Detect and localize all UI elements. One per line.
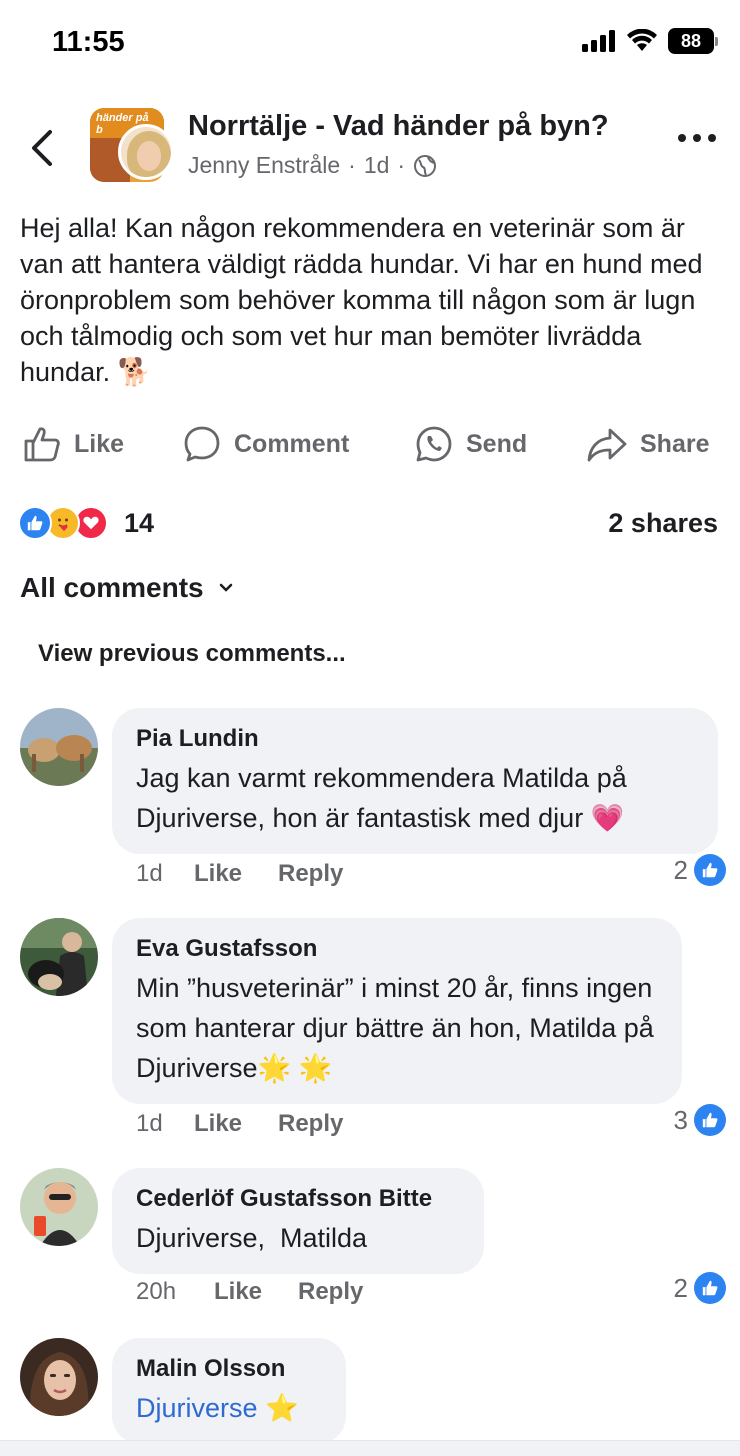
comment-text: Jag kan varmt rekommendera Matilda på Dj… bbox=[136, 763, 627, 833]
commenter-avatar[interactable] bbox=[20, 918, 98, 996]
send-label: Send bbox=[466, 429, 528, 458]
comment-like-button[interactable]: Like bbox=[214, 1278, 298, 1306]
comment-reply-button[interactable]: Reply bbox=[298, 1278, 363, 1306]
battery-indicator: 88 bbox=[668, 28, 718, 54]
status-time: 11:55 bbox=[52, 26, 125, 58]
share-label: Share bbox=[640, 429, 710, 458]
commenter-name[interactable]: Eva Gustafsson bbox=[136, 934, 658, 964]
author-name[interactable]: Jenny Enstråle bbox=[188, 152, 340, 179]
comment-text: Min ”husveterinär” i minst 20 år, finns … bbox=[136, 973, 654, 1083]
comment-actions: 1d Like Reply bbox=[136, 1110, 343, 1138]
comment-actions: 1d Like Reply bbox=[136, 860, 343, 888]
comment-text: Djuriverse ⭐ bbox=[136, 1388, 322, 1428]
comment-like-button[interactable]: Like bbox=[194, 860, 278, 888]
post-meta: Jenny Enstråle · 1d · bbox=[188, 152, 437, 179]
comment-bubble: Malin Olsson Djuriverse ⭐ bbox=[112, 1338, 346, 1444]
commenter-avatar[interactable] bbox=[20, 708, 98, 786]
comments-filter-label: All comments bbox=[20, 572, 204, 603]
comment-text: Djuriverse, Matilda bbox=[136, 1223, 368, 1253]
comment-label: Comment bbox=[234, 429, 350, 458]
status-bar: 11:55 88 bbox=[0, 0, 740, 90]
like-label: Like bbox=[74, 429, 125, 458]
comment-button[interactable]: Comment bbox=[182, 418, 349, 470]
cellular-signal-icon bbox=[582, 30, 615, 52]
comment-actions: 20h Like Reply bbox=[136, 1278, 363, 1306]
send-button[interactable]: Send bbox=[414, 418, 527, 470]
status-icons: 88 bbox=[582, 28, 718, 54]
whatsapp-icon bbox=[416, 426, 452, 462]
view-previous-comments-link[interactable]: View previous comments... bbox=[38, 640, 346, 668]
comment-bubble: Eva Gustafsson Min ”husveterinär” i mins… bbox=[112, 918, 682, 1104]
back-button[interactable] bbox=[24, 126, 60, 170]
comments-filter-dropdown[interactable]: All comments bbox=[20, 572, 234, 604]
more-dots-icon bbox=[678, 134, 686, 142]
comment-time[interactable]: 20h bbox=[136, 1278, 214, 1306]
like-badge-icon bbox=[694, 854, 726, 886]
shares-count[interactable]: 2 shares bbox=[608, 508, 718, 539]
comment-bubble: Cederlöf Gustafsson Bitte Djuriverse, Ma… bbox=[112, 1168, 484, 1274]
like-badge-icon bbox=[694, 1104, 726, 1136]
author-avatar[interactable] bbox=[118, 124, 174, 180]
comment-bubble-icon bbox=[184, 426, 220, 462]
post-age[interactable]: 1d bbox=[364, 152, 390, 179]
chevron-left-icon bbox=[32, 130, 52, 166]
meta-separator: · bbox=[397, 152, 406, 178]
like-badge-icon bbox=[694, 1272, 726, 1304]
reactions-summary: 14 2 shares bbox=[0, 500, 740, 546]
commenter-name[interactable]: Malin Olsson bbox=[136, 1354, 322, 1384]
comment-like-count: 3 bbox=[673, 1104, 688, 1135]
battery-level: 88 bbox=[680, 30, 702, 51]
commenter-avatar[interactable] bbox=[20, 1338, 98, 1416]
comment-time[interactable]: 1d bbox=[136, 1110, 194, 1138]
meta-separator: · bbox=[348, 152, 356, 178]
star-emoji: ⭐ bbox=[265, 1393, 299, 1423]
more-options-button[interactable] bbox=[678, 134, 716, 142]
thumbs-up-icon bbox=[24, 427, 60, 462]
post-text: Hej alla! Kan någon rekommendera en vete… bbox=[20, 213, 703, 387]
commenter-name[interactable]: Pia Lundin bbox=[136, 724, 694, 754]
reaction-icons[interactable] bbox=[18, 506, 108, 540]
like-button[interactable]: Like bbox=[22, 418, 124, 470]
share-button[interactable]: Share bbox=[586, 418, 709, 470]
wifi-icon bbox=[627, 29, 657, 51]
comment-like-count: 2 bbox=[673, 854, 688, 885]
comment-time[interactable]: 1d bbox=[136, 860, 194, 888]
commenter-avatar[interactable] bbox=[20, 1168, 98, 1246]
comment-link[interactable]: Djuriverse bbox=[136, 1393, 258, 1423]
comment-reply-button[interactable]: Reply bbox=[278, 860, 343, 888]
reaction-count[interactable]: 14 bbox=[124, 508, 154, 539]
group-name[interactable]: Norrtälje - Vad händer på byn? bbox=[188, 110, 609, 143]
comment-bubble: Pia Lundin Jag kan varmt rekommendera Ma… bbox=[112, 708, 718, 854]
globe-icon bbox=[414, 154, 437, 177]
post-header: händer på b Norrtälje - Vad händer på by… bbox=[0, 100, 740, 196]
chevron-down-icon bbox=[219, 583, 232, 592]
comment-likes[interactable]: 2 bbox=[674, 1272, 726, 1304]
comment-composer-edge bbox=[0, 1440, 740, 1456]
comment-reply-button[interactable]: Reply bbox=[278, 1110, 343, 1138]
post-action-bar: Like Comment Send Share bbox=[0, 418, 740, 470]
comment-likes[interactable]: 2 bbox=[674, 854, 726, 886]
share-arrow-icon bbox=[587, 428, 627, 462]
like-reaction-icon bbox=[18, 506, 52, 540]
comment-like-count: 2 bbox=[673, 1272, 688, 1303]
comment-likes[interactable]: 3 bbox=[674, 1104, 726, 1136]
commenter-name[interactable]: Cederlöf Gustafsson Bitte bbox=[136, 1184, 460, 1214]
comment-like-button[interactable]: Like bbox=[194, 1110, 278, 1138]
